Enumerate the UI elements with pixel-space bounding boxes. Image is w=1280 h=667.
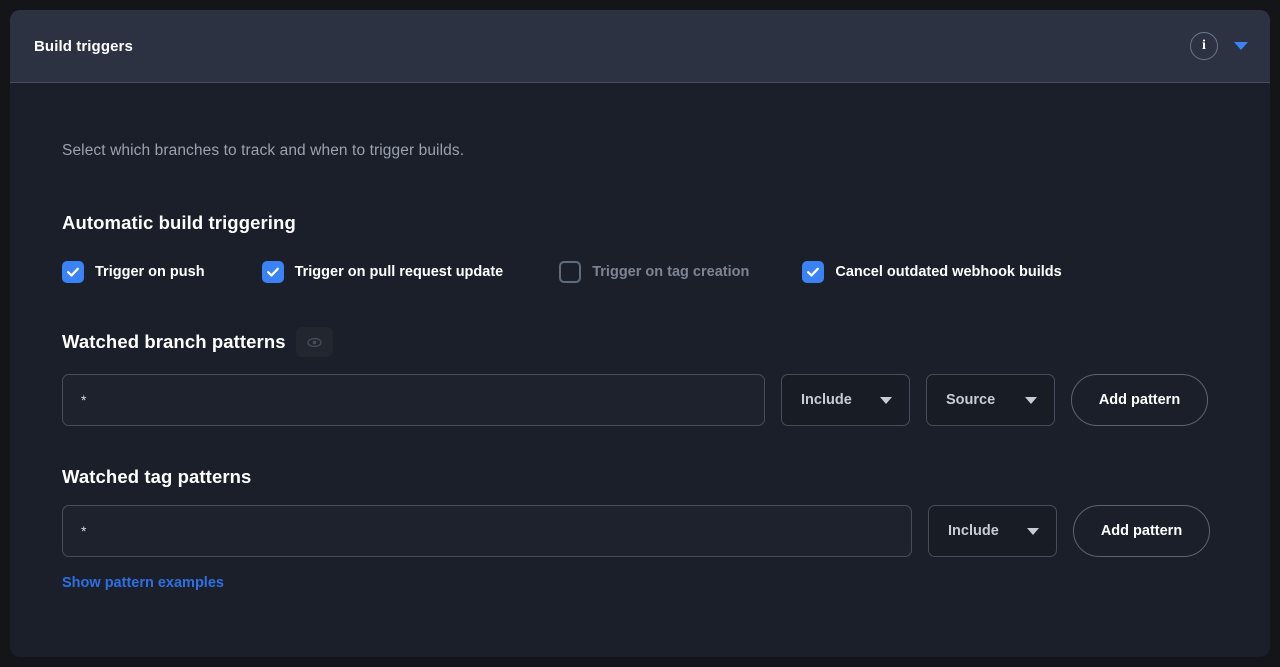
add-branch-pattern-button[interactable]: Add pattern bbox=[1071, 374, 1208, 426]
automatic-build-triggering-heading: Automatic build triggering bbox=[62, 212, 296, 233]
select-value: Include bbox=[801, 392, 852, 408]
checkbox-trigger-on-pull-request-update[interactable]: Trigger on pull request update bbox=[261, 261, 504, 283]
tag-pattern-row: Include Add pattern bbox=[62, 505, 1218, 557]
check-icon bbox=[261, 261, 284, 283]
branch-source-select[interactable]: Source bbox=[926, 374, 1055, 426]
info-icon[interactable]: i bbox=[1190, 32, 1218, 60]
build-triggers-card: Build triggers i Select which branches t… bbox=[10, 10, 1270, 657]
card-header: Build triggers i bbox=[10, 10, 1270, 83]
chevron-down-icon[interactable] bbox=[1234, 42, 1248, 50]
check-icon bbox=[62, 261, 84, 283]
watched-tag-patterns-heading: Watched tag patterns bbox=[62, 466, 252, 487]
select-value: Include bbox=[948, 523, 999, 539]
trigger-checkbox-row: Trigger on push Trigger on pull request … bbox=[62, 261, 1218, 283]
watched-branch-patterns-header: Watched branch patterns bbox=[62, 327, 1218, 357]
checkbox-label: Trigger on pull request update bbox=[294, 264, 504, 280]
empty-checkbox-icon bbox=[559, 261, 582, 283]
watched-branch-patterns-heading: Watched branch patterns bbox=[62, 331, 286, 352]
intro-text: Select which branches to track and when … bbox=[62, 142, 465, 159]
select-value: Source bbox=[946, 392, 996, 408]
check-icon bbox=[802, 261, 825, 283]
card-body: Select which branches to track and when … bbox=[10, 142, 1270, 592]
add-tag-pattern-button[interactable]: Add pattern bbox=[1073, 505, 1210, 557]
tag-pattern-input[interactable] bbox=[62, 505, 912, 557]
branch-pattern-input[interactable] bbox=[62, 374, 765, 426]
eye-icon[interactable] bbox=[295, 327, 333, 357]
chevron-down-icon bbox=[880, 396, 892, 404]
checkbox-label: Cancel outdated webhook builds bbox=[835, 264, 1062, 280]
branch-include-select[interactable]: Include bbox=[781, 374, 910, 426]
checkbox-trigger-on-tag-creation: Trigger on tag creation bbox=[559, 261, 749, 283]
checkbox-trigger-on-push[interactable]: Trigger on push bbox=[62, 261, 205, 283]
checkbox-label: Trigger on push bbox=[95, 264, 205, 280]
chevron-down-icon bbox=[1027, 527, 1039, 535]
branch-pattern-row: Include Source Add pattern bbox=[62, 374, 1218, 426]
checkbox-label: Trigger on tag creation bbox=[592, 264, 750, 280]
checkbox-cancel-outdated-webhook-builds[interactable]: Cancel outdated webhook builds bbox=[802, 261, 1062, 283]
tag-include-select[interactable]: Include bbox=[928, 505, 1057, 557]
chevron-down-icon bbox=[1025, 396, 1037, 404]
header-actions: i bbox=[1190, 32, 1248, 60]
show-pattern-examples-link[interactable]: Show pattern examples bbox=[62, 575, 224, 591]
page-title: Build triggers bbox=[34, 37, 133, 55]
